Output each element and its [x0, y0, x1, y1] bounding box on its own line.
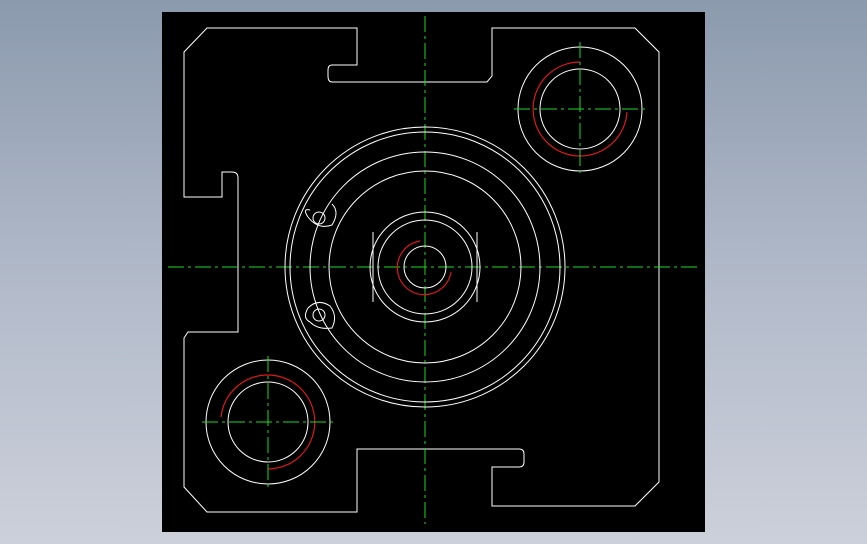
lower-notch	[304, 302, 336, 329]
cad-viewport[interactable]	[162, 12, 705, 532]
part-drawing	[168, 16, 700, 524]
plate-left-outline	[183, 27, 660, 513]
center-thread-arc	[396, 240, 452, 296]
upper-notch	[304, 203, 337, 227]
